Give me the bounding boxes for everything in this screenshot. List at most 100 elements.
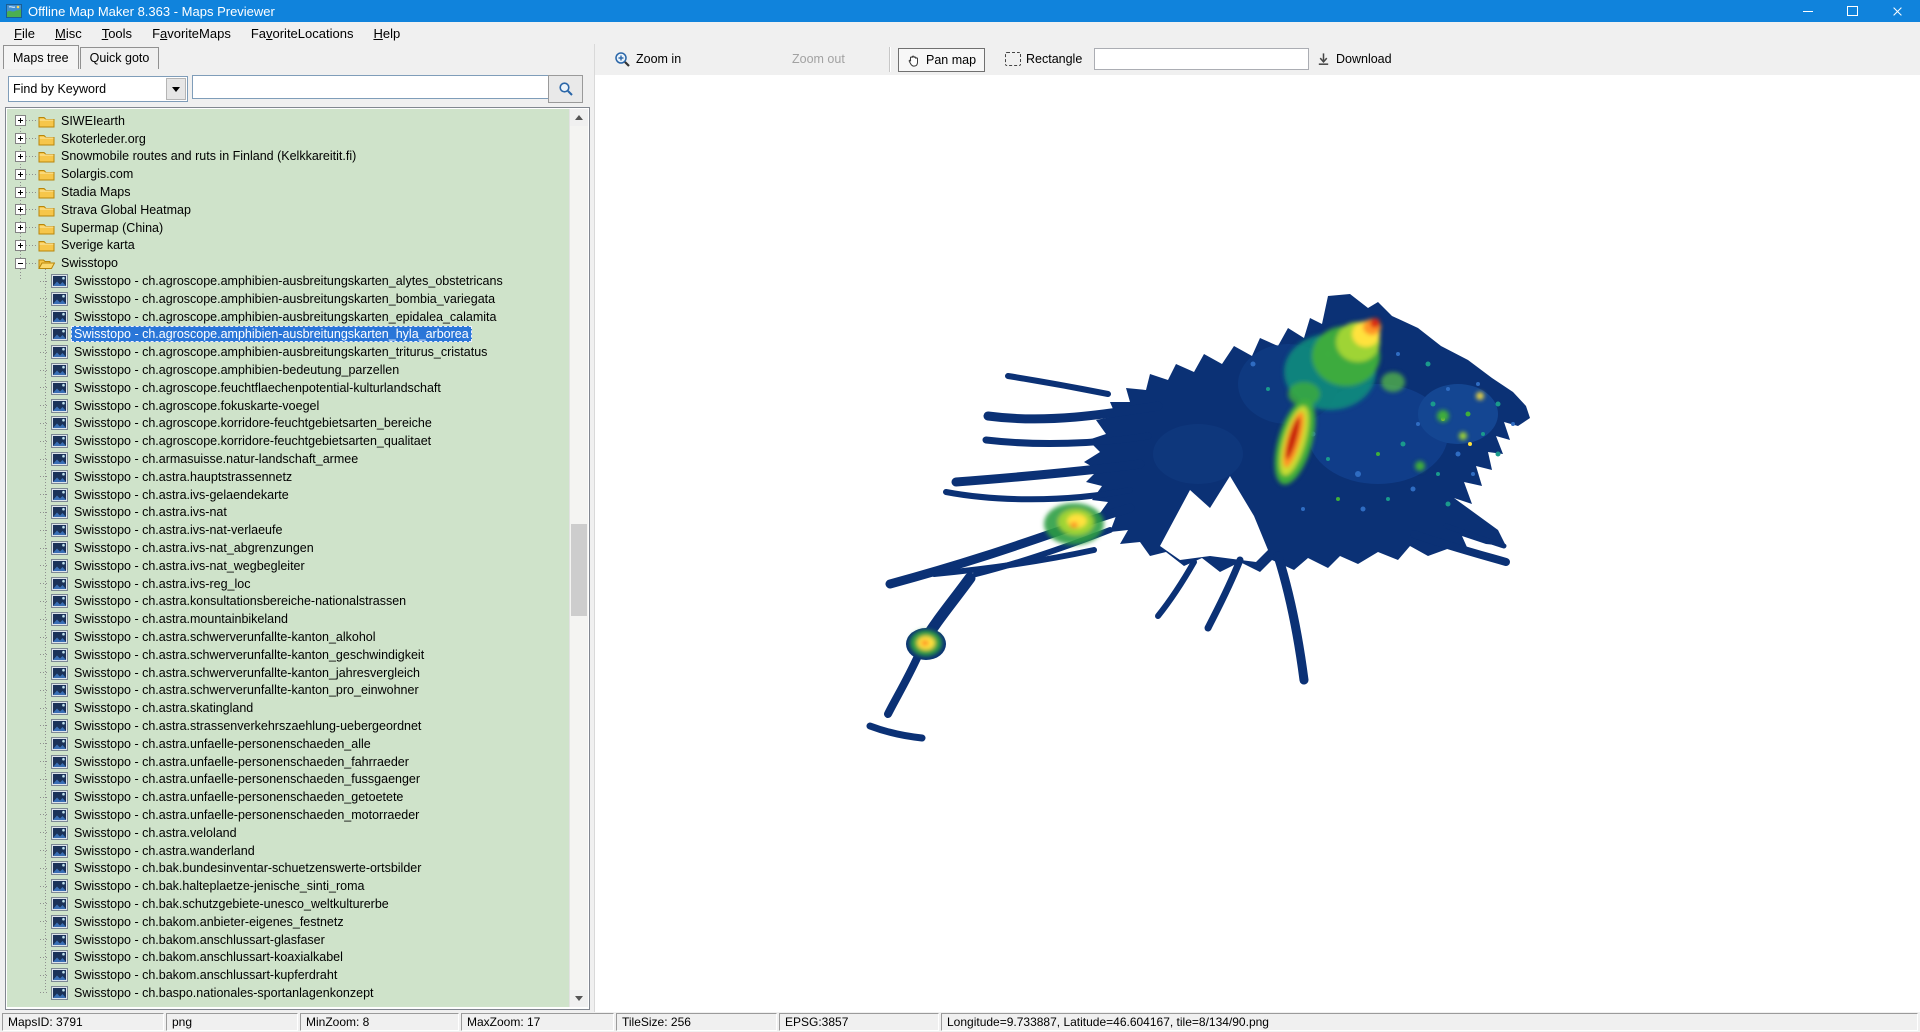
tree-item-row[interactable]: Swisstopo - ch.agroscope.feuchtflaechenp… [7,379,570,397]
tree-item-row[interactable]: Swisstopo - ch.astra.strassenverkehrszae… [7,717,570,735]
tree-item-row[interactable]: Swisstopo - ch.astra.mountainbikeland [7,610,570,628]
menu-item-file[interactable]: File [4,24,45,43]
scroll-up-button[interactable] [570,109,588,126]
tree-folder-row[interactable]: Stadia Maps [7,183,570,201]
tree-item-row[interactable]: Swisstopo - ch.astra.skatingland [7,699,570,717]
map-layer-icon [51,648,68,662]
tree-item-row[interactable]: Swisstopo - ch.baspo.nationales-sportanl… [7,984,570,1002]
tree-item-row[interactable]: Swisstopo - ch.agroscope.fokuskarte-voeg… [7,397,570,415]
tree-item-row[interactable]: Swisstopo - ch.astra.wanderland [7,842,570,860]
tree-item-row[interactable]: Swisstopo - ch.bakom.anschlussart-glasfa… [7,931,570,949]
menu-item-favoritemaps[interactable]: FavoriteMaps [142,24,241,43]
tree-vertical-scrollbar[interactable] [569,109,588,1007]
tree-item-label: Swisstopo - ch.bakom.anschlussart-kupfer… [71,967,340,983]
expand-toggle-icon[interactable] [15,115,26,126]
map-canvas[interactable] [595,75,1920,1012]
tree-folder-row[interactable]: Swisstopo [7,254,570,272]
tree-folder-row[interactable]: SIWEIearth [7,112,570,130]
zoom-in-button[interactable]: Zoom in [610,48,685,70]
tree-item-row[interactable]: Swisstopo - ch.astra.schwerverunfallte-k… [7,664,570,682]
map-layer-icon [51,737,68,751]
map-preview [858,294,1532,747]
tree-folder-row[interactable]: Supermap (China) [7,219,570,237]
menu-item-tools[interactable]: Tools [92,24,142,43]
tree-folder-row[interactable]: Sverige karta [7,237,570,255]
tree-item-row[interactable]: Swisstopo - ch.armasuisse.natur-landscha… [7,450,570,468]
toolbar-input[interactable] [1094,48,1309,70]
tree-item-row[interactable]: Swisstopo - ch.astra.ivs-nat-verlaeufe [7,521,570,539]
tree-item-label: Swisstopo - ch.astra.konsultationsbereic… [71,593,409,609]
tree-item-row[interactable]: Swisstopo - ch.astra.konsultationsbereic… [7,593,570,611]
tree-item-row[interactable]: Swisstopo - ch.astra.ivs-nat_abgrenzunge… [7,539,570,557]
tree-item-row[interactable]: Swisstopo - ch.agroscope.amphibien-ausbr… [7,308,570,326]
tree-item-row[interactable]: Swisstopo - ch.agroscope.amphibien-ausbr… [7,326,570,344]
tree-item-row[interactable]: Swisstopo - ch.astra.hauptstrassennetz [7,468,570,486]
minimize-button[interactable] [1785,0,1830,22]
tree-connector [26,120,36,121]
tree-item-row[interactable]: Swisstopo - ch.astra.veloland [7,824,570,842]
menu-item-misc[interactable]: Misc [45,24,92,43]
map-layer-icon [51,399,68,413]
scroll-down-button[interactable] [570,990,588,1007]
tree-item-row[interactable]: Swisstopo - ch.astra.ivs-nat [7,504,570,522]
tree-item-row[interactable]: Swisstopo - ch.astra.ivs-gelaendekarte [7,486,570,504]
expand-toggle-icon[interactable] [15,204,26,215]
tree-item-row[interactable]: Swisstopo - ch.bak.bundesinventar-schuet… [7,859,570,877]
combobox-dropdown-button[interactable] [166,78,186,100]
menu-item-favoritelocations[interactable]: FavoriteLocations [241,24,364,43]
search-input[interactable] [192,75,549,99]
tree-folder-row[interactable]: Strava Global Heatmap [7,201,570,219]
find-mode-combobox[interactable]: Find by Keyword [8,76,188,102]
tree-connector [26,192,36,193]
tree-item-row[interactable]: Swisstopo - ch.agroscope.amphibien-ausbr… [7,343,570,361]
maximize-icon [1847,6,1858,16]
tree-item-row[interactable]: Swisstopo - ch.agroscope.amphibien-ausbr… [7,272,570,290]
tree-item-row[interactable]: Swisstopo - ch.bakom.anschlussart-kupfer… [7,966,570,984]
tree-item-row[interactable]: Swisstopo - ch.bakom.anbieter-eigenes_fe… [7,913,570,931]
tree-folder-row[interactable]: Solargis.com [7,165,570,183]
maximize-button[interactable] [1830,0,1875,22]
expand-toggle-icon[interactable] [15,133,26,144]
rectangle-button[interactable]: Rectangle [1001,48,1086,70]
tree-item-row[interactable]: Swisstopo - ch.astra.unfaelle-personensc… [7,806,570,824]
tree-item-row[interactable]: Swisstopo - ch.agroscope.korridore-feuch… [7,432,570,450]
tree-item-row[interactable]: Swisstopo - ch.agroscope.korridore-feuch… [7,415,570,433]
search-button[interactable] [548,75,583,103]
tree-item-label: Swisstopo - ch.astra.mountainbikeland [71,611,291,627]
collapse-toggle-icon[interactable] [15,258,26,269]
download-button[interactable]: Download [1312,48,1396,70]
tree-item-row[interactable]: Swisstopo - ch.agroscope.amphibien-bedeu… [7,361,570,379]
tree-item-row[interactable]: Swisstopo - ch.astra.schwerverunfallte-k… [7,646,570,664]
tree-item-row[interactable]: Swisstopo - ch.astra.schwerverunfallte-k… [7,682,570,700]
pan-map-button[interactable]: Pan map [898,48,985,72]
tree-item-row[interactable]: Swisstopo - ch.bakom.anschlussart-koaxia… [7,948,570,966]
maps-tree[interactable]: SIWEIearthSkoterleder.orgSnowmobile rout… [7,109,570,1007]
tree-item-row[interactable]: Swisstopo - ch.astra.ivs-nat_wegbegleite… [7,557,570,575]
tree-folder-row[interactable]: Skoterleder.org [7,130,570,148]
tree-item-row[interactable]: Swisstopo - ch.astra.unfaelle-personensc… [7,735,570,753]
tree-item-row[interactable]: Swisstopo - ch.bak.halteplaetze-jenische… [7,877,570,895]
close-button[interactable] [1875,0,1920,22]
scrollbar-thumb[interactable] [571,524,587,616]
map-layer-icon [51,897,68,911]
folder-closed-icon [38,221,55,235]
tree-folder-row[interactable]: Snowmobile routes and ruts in Finland (K… [7,148,570,166]
tree-item-row[interactable]: Swisstopo - ch.astra.unfaelle-personensc… [7,788,570,806]
tree-item-row[interactable]: Swisstopo - ch.astra.schwerverunfallte-k… [7,628,570,646]
tree-item-row[interactable]: Swisstopo - ch.agroscope.amphibien-ausbr… [7,290,570,308]
expand-toggle-icon[interactable] [15,222,26,233]
tree-item-row[interactable]: Swisstopo - ch.astra.unfaelle-personensc… [7,770,570,788]
expand-toggle-icon[interactable] [15,240,26,251]
tree-item-row[interactable]: Swisstopo - ch.astra.unfaelle-personensc… [7,753,570,771]
tab-maps-tree[interactable]: Maps tree [3,45,79,69]
tree-item-row[interactable]: Swisstopo - ch.bak.schutzgebiete-unesco_… [7,895,570,913]
menu-item-help[interactable]: Help [363,24,410,43]
expand-toggle-icon[interactable] [15,151,26,162]
tab-quick-goto[interactable]: Quick goto [80,47,160,69]
tree-item-row[interactable]: Swisstopo - ch.astra.ivs-reg_loc [7,575,570,593]
folder-open-icon [38,256,55,270]
expand-toggle-icon[interactable] [15,169,26,180]
zoom-out-button[interactable]: Zoom out [788,48,849,70]
maps-tree-box: SIWEIearthSkoterleder.orgSnowmobile rout… [5,107,590,1010]
expand-toggle-icon[interactable] [15,187,26,198]
